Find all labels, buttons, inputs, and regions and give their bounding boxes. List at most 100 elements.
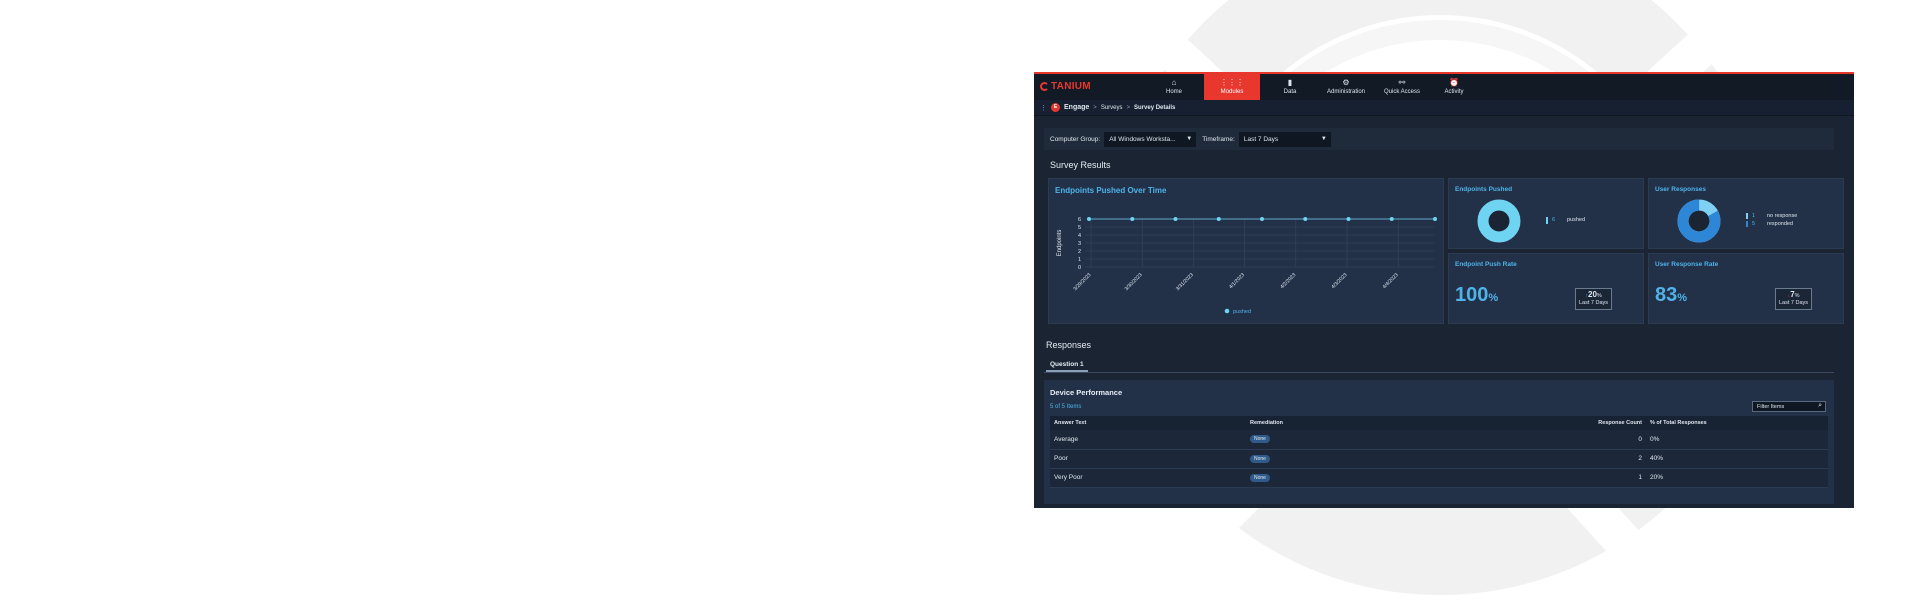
- kebab-menu-icon[interactable]: ⋮: [1040, 104, 1047, 112]
- table-row[interactable]: Poor None 2 40%: [1050, 449, 1828, 469]
- legend-swatch-pushed: [1224, 308, 1230, 314]
- x-tick-label: 3/31/2023: [1175, 272, 1195, 292]
- percent-cell: 0%: [1646, 430, 1828, 450]
- filter-items-input[interactable]: Filter Items ⌕: [1752, 401, 1826, 412]
- breadcrumb-separator: >: [1126, 104, 1131, 111]
- survey-results-title: Survey Results: [1050, 160, 1111, 170]
- response-rate-value: 83%: [1655, 284, 1688, 306]
- responded-label: responded: [1767, 221, 1793, 227]
- computer-group-select[interactable]: All Windows Worksta... ▼: [1104, 131, 1197, 147]
- push-rate-delta: ↑20% Last 7 Days: [1575, 288, 1613, 310]
- x-tick-label: 3/29/2023: [1072, 272, 1092, 292]
- data-point: [1303, 217, 1308, 221]
- column-remediation[interactable]: Remediation: [1246, 416, 1546, 430]
- endpoints-over-time-panel: Endpoints Pushed Over Time 0 1 2 3 4 5 6 3/29/2…: [1048, 178, 1444, 324]
- y-tick-label: 1: [1078, 257, 1081, 263]
- remediation-badge[interactable]: None: [1250, 473, 1270, 482]
- push-rate-value: 100%: [1455, 284, 1499, 306]
- remediation-cell: None: [1246, 449, 1546, 469]
- question-tabs: Question 1: [1044, 359, 1834, 373]
- response-rate-delta: ↓7% Last 7 Days: [1775, 288, 1813, 310]
- tanium-logo[interactable]: TANIUM: [1040, 81, 1091, 92]
- percent-cell: 20%: [1646, 468, 1828, 488]
- y-tick-label: 3: [1078, 241, 1081, 247]
- user-responses-panel: User Responses 1 no response 5 responded: [1648, 178, 1844, 249]
- answer-cell: Poor: [1050, 449, 1246, 469]
- timeframe-select[interactable]: Last 7 Days ▼: [1238, 131, 1331, 147]
- grid-icon: ⋮⋮⋮: [1220, 78, 1244, 87]
- y-tick-label: 2: [1078, 249, 1081, 255]
- device-performance-title: Device Performance: [1050, 388, 1123, 397]
- count-cell: 0: [1546, 430, 1646, 450]
- app-screenshot: TANIUM ⌂ Home ⋮⋮⋮ Modules ▮ Data ⚙ Administr…: [1034, 72, 1854, 508]
- chevron-down-icon: ▼: [1320, 135, 1327, 142]
- nav-modules[interactable]: ⋮⋮⋮ Modules: [1204, 74, 1260, 100]
- remediation-badge[interactable]: None: [1250, 454, 1270, 463]
- endpoints-line-chart: 0 1 2 3 4 5 6 3/29/2023 3/30/2023 3/31/2023 4/1/20…: [1057, 217, 1437, 315]
- remediation-cell: None: [1246, 468, 1546, 488]
- data-point: [1260, 217, 1264, 221]
- bar-chart-icon: ▮: [1287, 78, 1293, 87]
- breadcrumb-engage[interactable]: Engage: [1064, 104, 1089, 111]
- nav-data[interactable]: ▮ Data: [1262, 74, 1318, 100]
- table-row[interactable]: Average None 0 0%: [1050, 430, 1828, 450]
- x-tick-label: 3/30/2023: [1124, 272, 1144, 292]
- x-tick-label: 4/2/2023: [1279, 272, 1297, 290]
- chevron-down-icon: ▼: [1186, 135, 1193, 142]
- endpoints-pushed-panel: Endpoints Pushed 6 pushed: [1448, 178, 1644, 249]
- data-point: [1389, 217, 1394, 221]
- responded-count: 5: [1752, 221, 1756, 227]
- count-cell: 1: [1546, 468, 1646, 488]
- legend-swatch-pushed: [1546, 217, 1548, 224]
- response-rate-title: User Response Rate: [1655, 261, 1719, 268]
- push-rate-title: Endpoint Push Rate: [1455, 261, 1517, 268]
- responses-table: Answer Text Remediation Response Count %…: [1050, 416, 1828, 488]
- breadcrumb-surveys[interactable]: Surveys: [1101, 105, 1123, 111]
- y-tick-label: 4: [1078, 233, 1081, 239]
- top-navigation: TANIUM ⌂ Home ⋮⋮⋮ Modules ▮ Data ⚙ Administr…: [1034, 74, 1854, 100]
- y-axis-label: Endpoints: [1057, 230, 1063, 257]
- nav-home[interactable]: ⌂ Home: [1146, 74, 1202, 100]
- column-answer-text[interactable]: Answer Text: [1050, 416, 1246, 430]
- tanium-logo-icon: [1040, 82, 1049, 91]
- legend-label-pushed: pushed: [1233, 309, 1251, 315]
- count-cell: 2: [1546, 449, 1646, 469]
- endpoints-pushed-donut: [1477, 199, 1548, 243]
- tab-question-1[interactable]: Question 1: [1046, 359, 1088, 372]
- data-point: [1216, 217, 1221, 221]
- breadcrumb: ⋮ E Engage > Surveys > Survey Details: [1034, 100, 1854, 116]
- y-tick-label: 5: [1078, 225, 1081, 231]
- percent-cell: 40%: [1646, 449, 1828, 469]
- data-point: [1433, 217, 1437, 221]
- donut-hole: [1489, 211, 1509, 231]
- y-tick-label: 0: [1078, 265, 1081, 271]
- pushed-label: pushed: [1567, 217, 1586, 223]
- endpoint-push-rate-panel: Endpoint Push Rate 100% ↑20% Last 7 Days: [1448, 253, 1644, 324]
- data-point: [1087, 217, 1091, 221]
- no-response-count: 1: [1752, 213, 1756, 219]
- items-count: 5 of 5 Items: [1050, 404, 1082, 410]
- alarm-icon: ⏰: [1449, 78, 1459, 87]
- engage-module-icon: E: [1051, 103, 1060, 112]
- data-point: [1130, 217, 1135, 221]
- x-tick-label: 4/1/2023: [1228, 272, 1246, 290]
- no-response-label: no response: [1767, 213, 1798, 219]
- column-response-count[interactable]: Response Count: [1546, 416, 1646, 430]
- legend-swatch-no-response: [1746, 213, 1748, 219]
- y-tick-label: 6: [1078, 217, 1081, 223]
- data-point: [1173, 217, 1178, 221]
- breadcrumb-separator: >: [1093, 104, 1097, 111]
- remediation-cell: None: [1246, 430, 1546, 450]
- responses-title: Responses: [1046, 340, 1092, 350]
- user-responses-donut: [1677, 199, 1748, 243]
- search-icon: ⌕: [1818, 402, 1822, 409]
- column-percent-total[interactable]: % of Total Responses: [1646, 416, 1828, 430]
- home-icon: ⌂: [1171, 78, 1177, 87]
- device-performance-panel: Device Performance 5 of 5 Items Filter I…: [1044, 380, 1834, 504]
- data-point: [1346, 217, 1351, 221]
- pushed-count: 6: [1552, 217, 1556, 223]
- remediation-badge[interactable]: None: [1250, 435, 1270, 444]
- breadcrumb-current: Survey Details: [1134, 104, 1176, 111]
- nav-activity[interactable]: ⏰ Activity: [1426, 74, 1482, 100]
- table-row[interactable]: Very Poor None 1 20%: [1050, 468, 1828, 488]
